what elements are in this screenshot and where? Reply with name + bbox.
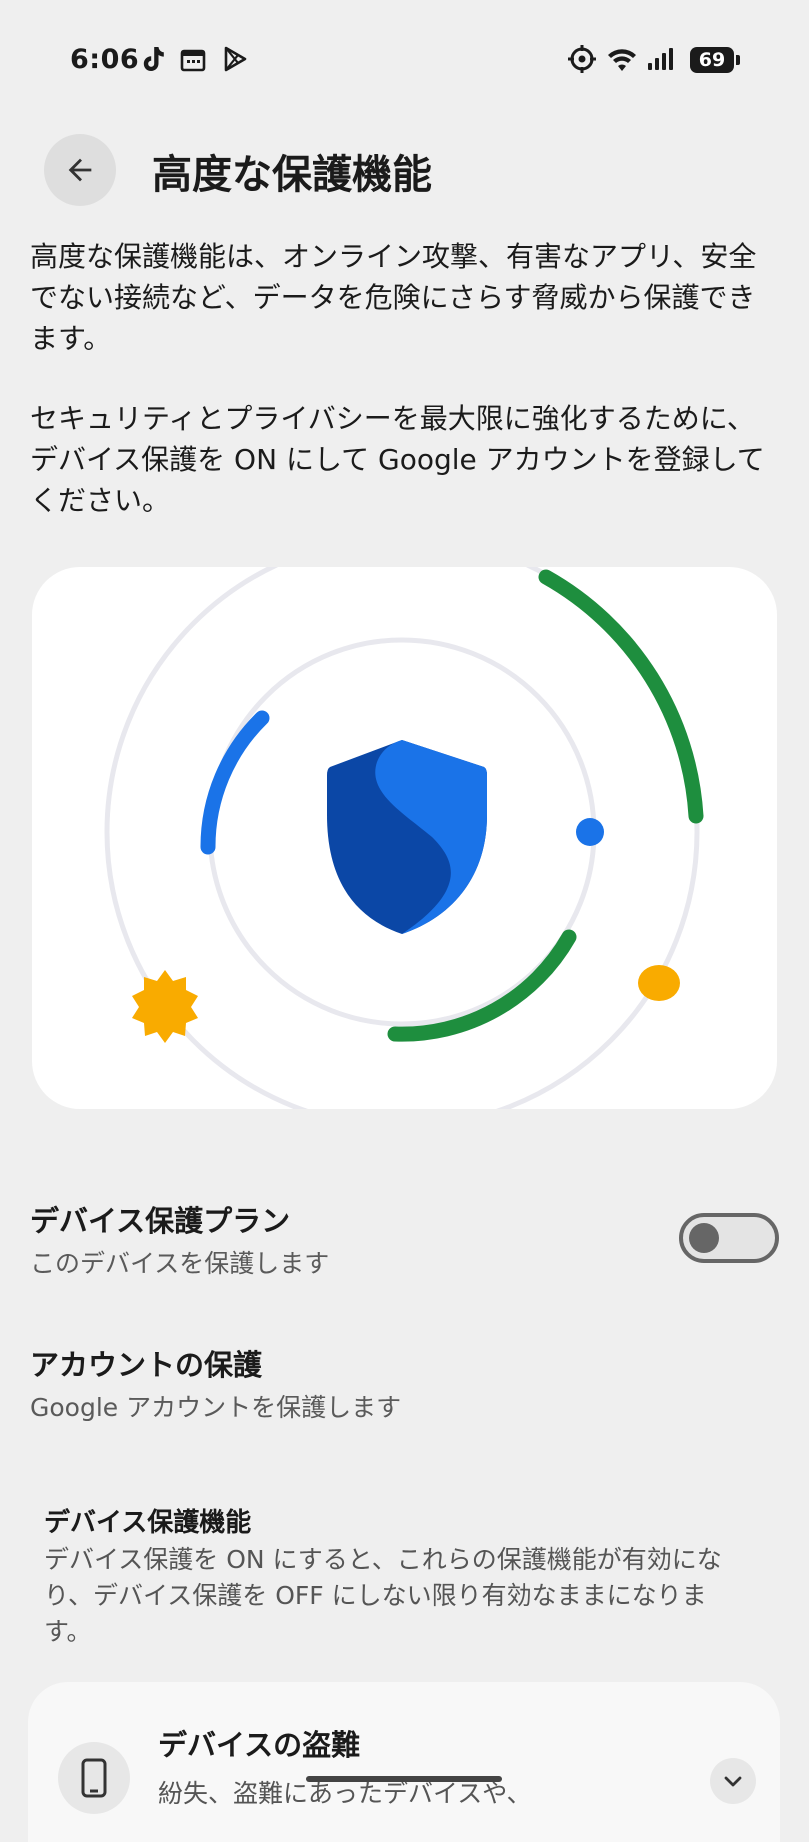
toggle-knob (689, 1223, 719, 1253)
blue-dot (576, 818, 604, 846)
status-bar: 6:06 69 (0, 0, 809, 120)
device-protection-subtitle: このデバイスを保護します (30, 1249, 330, 1278)
outer-green-arc (538, 569, 704, 824)
shield-icon (327, 740, 487, 934)
device-protection-title: デバイス保護プラン (30, 1204, 291, 1238)
battery-tip (736, 55, 740, 65)
chevron-down-icon (724, 1776, 742, 1787)
inner-green-arc (387, 929, 577, 1042)
page-title: 高度な保護機能 (152, 152, 432, 198)
expand-button[interactable] (710, 1758, 756, 1804)
battery-icon: 69 (690, 47, 734, 73)
calendar-icon (180, 49, 206, 72)
device-features-description: デバイス保護を ON にすると、これらの保護機能が有効になり、デバイス保護を O… (44, 1545, 722, 1646)
device-features-title: デバイス保護機能 (44, 1508, 252, 1538)
play-store-icon (224, 46, 247, 72)
intro-paragraph-1: 高度な保護機能は、オンライン攻撃、有害なアプリ、安全でない接続など、データを危険… (30, 240, 757, 355)
signal-icon (648, 48, 673, 70)
device-protection-toggle[interactable] (679, 1213, 779, 1263)
hero-illustration (32, 567, 777, 1109)
hero-graphic (104, 567, 704, 1109)
tiktok-icon (143, 47, 164, 71)
feature-title: デバイスの盗難 (158, 1728, 361, 1762)
home-indicator[interactable] (306, 1776, 502, 1782)
sync-icon (568, 45, 596, 73)
account-protection-title[interactable]: アカウントの保護 (30, 1342, 262, 1384)
intro-paragraph-2: セキュリティとプライバシーを最大限に強化するために、デバイス保護を ON にして… (30, 402, 765, 517)
phone-icon (81, 1758, 107, 1798)
arrow-back-icon (68, 158, 92, 182)
account-protection-subtitle: Google アカウントを保護します (30, 1393, 402, 1422)
feature-card-device-theft[interactable]: デバイスの盗難 紛失、盗難にあったデバイスや、 (28, 1682, 780, 1842)
back-button[interactable] (44, 134, 116, 206)
yellow-blob (638, 965, 680, 1001)
feature-icon-container (58, 1742, 130, 1814)
status-time: 6:06 (70, 44, 140, 75)
wifi-icon (608, 49, 636, 71)
